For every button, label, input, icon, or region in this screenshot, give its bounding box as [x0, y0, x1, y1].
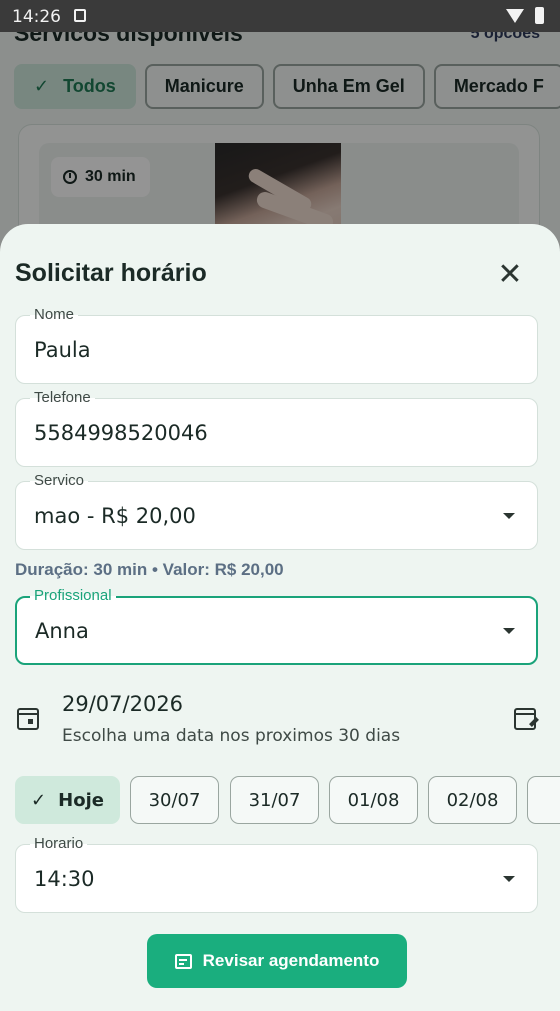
day-chip-label: 01/08: [347, 789, 400, 811]
day-chip-label: Hoje: [58, 789, 104, 811]
nome-value: Paula: [34, 338, 91, 362]
date-hint: Escolha uma data nos proximos 30 dias: [62, 726, 401, 746]
telefone-field[interactable]: Telefone 5584998520046: [15, 389, 538, 467]
booking-sheet: Solicitar horário ✕ Nome Paula Telefone …: [0, 224, 560, 1011]
quick-date-row: ✓ Hoje 30/07 31/07 01/08 02/08: [15, 776, 560, 826]
dropdown-arrow-icon: [503, 876, 515, 882]
day-chip-hoje[interactable]: ✓ Hoje: [15, 776, 120, 824]
servico-select[interactable]: Servico mao - R$ 20,00: [15, 472, 538, 550]
servico-value: mao - R$ 20,00: [34, 504, 196, 528]
profissional-label: Profissional: [30, 587, 116, 605]
dropdown-arrow-icon: [503, 513, 515, 519]
day-chip-label: 30/07: [148, 789, 201, 811]
wifi-icon: [506, 9, 524, 23]
day-chip[interactable]: 31/07: [230, 776, 319, 824]
notification-icon: [74, 9, 86, 22]
close-icon[interactable]: ✕: [492, 256, 528, 292]
calendar-icon: [17, 708, 39, 730]
dropdown-arrow-icon: [503, 628, 515, 634]
status-time: 14:26: [12, 7, 61, 27]
checklist-icon: [174, 953, 192, 969]
horario-value: 14:30: [34, 867, 95, 891]
selected-date: 29/07/2026: [62, 692, 184, 716]
status-bar: 14:26: [0, 0, 560, 32]
nome-label: Nome: [30, 306, 79, 324]
review-button-label: Revisar agendamento: [202, 951, 380, 970]
day-chip[interactable]: 02/08: [428, 776, 517, 824]
day-chip[interactable]: 30/07: [130, 776, 219, 824]
telefone-label: Telefone: [30, 389, 95, 407]
day-chip-label: 31/07: [248, 789, 301, 811]
day-chip-partial[interactable]: [527, 776, 560, 824]
service-info: Duração: 30 min • Valor: R$ 20,00: [15, 560, 284, 579]
day-chip[interactable]: 01/08: [329, 776, 418, 824]
calendar-edit-icon[interactable]: [514, 708, 536, 730]
battery-icon: [535, 7, 544, 24]
sheet-title: Solicitar horário: [15, 259, 207, 287]
telefone-value: 5584998520046: [34, 421, 208, 445]
date-picker-row[interactable]: 29/07/2026 Escolha uma data nos proximos…: [15, 690, 538, 750]
review-booking-button[interactable]: Revisar agendamento: [147, 934, 407, 988]
horario-label: Horario: [30, 835, 88, 853]
day-chip-label: 02/08: [446, 789, 499, 811]
profissional-select[interactable]: Profissional Anna: [15, 587, 538, 665]
servico-label: Servico: [30, 472, 89, 490]
nome-field[interactable]: Nome Paula: [15, 306, 538, 384]
horario-select[interactable]: Horario 14:30: [15, 835, 538, 913]
profissional-value: Anna: [35, 619, 89, 643]
check-icon: ✓: [31, 789, 47, 811]
